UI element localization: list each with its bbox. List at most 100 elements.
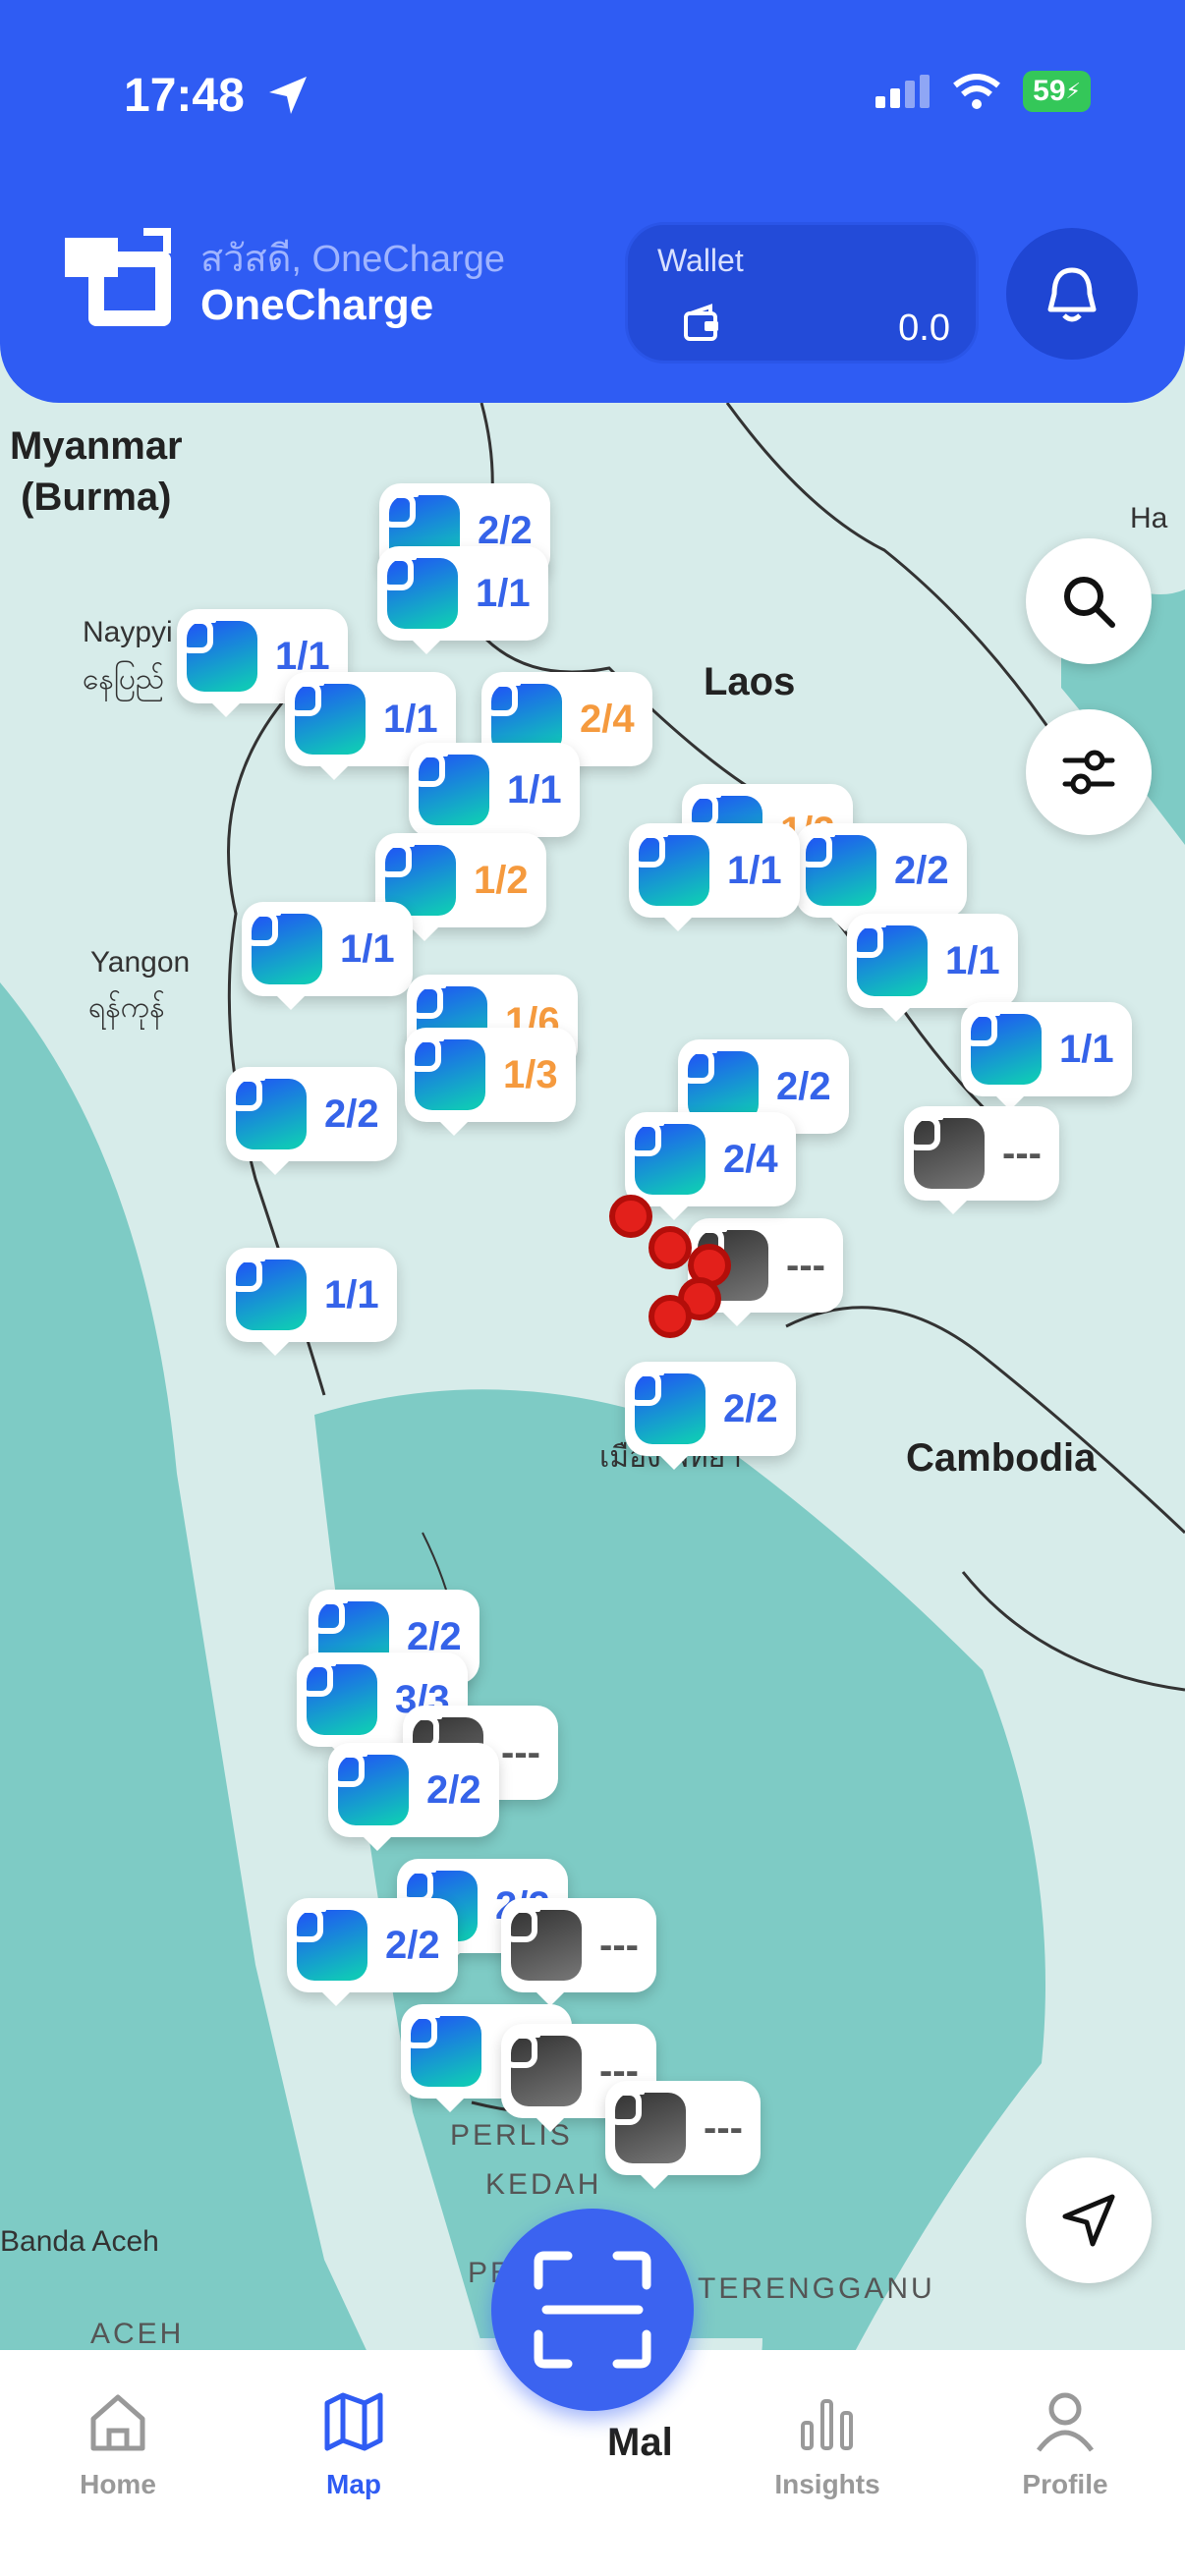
home-icon: [90, 2394, 145, 2451]
notifications-button[interactable]: [1006, 228, 1138, 360]
wallet-card[interactable]: Wallet 0.0: [625, 222, 979, 364]
charging-bolt-icon: ⚡: [1065, 79, 1081, 103]
charger-marker[interactable]: 2/2: [625, 1362, 796, 1470]
bell-icon: [1047, 267, 1097, 322]
place-kedah: KEDAH: [485, 2168, 602, 2201]
place-naypyitaw: Naypyi: [83, 616, 173, 648]
charger-station-icon: [502, 2028, 582, 2106]
charger-station-icon: [962, 1006, 1042, 1085]
charger-station-icon: [298, 1656, 377, 1735]
charger-availability: 2/2: [426, 1767, 481, 1812]
wallet-label: Wallet: [657, 243, 744, 278]
charger-station-icon: [797, 827, 876, 906]
place-terengganu: TERENGGANU: [698, 2272, 935, 2305]
charger-availability: 2/2: [324, 1092, 379, 1136]
nav-home[interactable]: Home: [39, 2387, 197, 2500]
charger-marker[interactable]: 1/1: [961, 1002, 1132, 1110]
nav-map[interactable]: Map: [275, 2387, 432, 2500]
charger-availability: 2/2: [723, 1386, 778, 1430]
red-location-pin[interactable]: [649, 1226, 692, 1269]
charger-marker[interactable]: ---: [904, 1106, 1059, 1214]
charger-availability: 1/1: [507, 767, 562, 812]
status-time: 17:48: [124, 70, 245, 122]
charger-marker[interactable]: 1/1: [242, 902, 413, 1010]
navigation-arrow-icon: [1062, 2194, 1115, 2247]
charger-availability: 1/1: [476, 571, 531, 615]
charger-station-icon: [329, 1747, 409, 1825]
charger-marker[interactable]: 1/1: [847, 914, 1018, 1022]
charger-station-icon: [406, 1032, 485, 1110]
place-banda-aceh: Banda Aceh: [0, 2225, 159, 2258]
charger-marker[interactable]: 2/2: [796, 823, 967, 931]
charger-station-icon: [410, 747, 489, 825]
charger-availability: ---: [704, 2105, 743, 2150]
charger-availability: ---: [599, 1923, 639, 1967]
place-naypyitaw-local: နေပြည်: [83, 663, 164, 696]
charger-marker[interactable]: ---: [501, 1898, 656, 2006]
place-yangon: Yangon: [90, 946, 191, 979]
nav-map-label: Map: [326, 2469, 381, 2499]
scan-qr-button[interactable]: [491, 2209, 694, 2411]
onecharge-logo-icon: [65, 228, 171, 326]
charger-marker[interactable]: ---: [605, 2081, 761, 2189]
charger-station-icon: [378, 550, 458, 629]
location-arrow-icon: [269, 77, 307, 114]
charger-availability: 1/1: [727, 848, 782, 892]
charger-marker[interactable]: 2/2: [287, 1898, 458, 2006]
charger-availability: ---: [501, 1730, 540, 1774]
insights-chart-icon: [801, 2399, 853, 2450]
charger-station-icon: [227, 1252, 307, 1330]
filter-button[interactable]: [1026, 709, 1152, 835]
charger-availability: 1/1: [945, 938, 1000, 982]
charger-availability: 1/2: [474, 858, 529, 902]
wifi-icon: [953, 74, 1001, 109]
charger-marker[interactable]: 1/3: [405, 1028, 576, 1136]
charger-station-icon: [227, 1071, 307, 1149]
place-laos: Laos: [704, 660, 796, 703]
nav-home-label: Home: [80, 2469, 156, 2499]
charger-marker[interactable]: 2/4: [625, 1112, 796, 1220]
charger-marker[interactable]: 2/2: [226, 1067, 397, 1175]
nav-profile[interactable]: Profile: [987, 2387, 1144, 2500]
red-location-pin[interactable]: [609, 1195, 652, 1238]
nav-insights-label: Insights: [774, 2469, 880, 2499]
charger-availability: 2/2: [385, 1923, 440, 1967]
charger-availability: 1/1: [340, 926, 395, 971]
search-icon: [1064, 577, 1115, 628]
battery-level: 59: [1033, 75, 1066, 107]
charger-availability: 2/2: [776, 1064, 831, 1108]
charger-station-icon: [286, 676, 366, 755]
search-button[interactable]: [1026, 538, 1152, 664]
filter-sliders-icon: [1062, 750, 1115, 795]
my-location-button[interactable]: [1026, 2157, 1152, 2283]
place-hanoi: Ha: [1130, 502, 1168, 534]
charger-station-icon: [502, 1902, 582, 1981]
wallet-amount: 0.0: [898, 308, 950, 349]
place-malaysia: Mal: [607, 2421, 673, 2464]
charger-station-icon: [626, 1116, 705, 1195]
charger-marker[interactable]: 1/1: [409, 743, 580, 851]
charger-marker[interactable]: 1/1: [377, 546, 548, 654]
charger-availability: ---: [1002, 1131, 1042, 1175]
charger-availability: ---: [786, 1243, 825, 1287]
red-location-pin[interactable]: [649, 1295, 692, 1338]
charger-station-icon: [402, 2008, 481, 2087]
charger-station-icon: [630, 827, 709, 906]
brand-name: OneCharge: [200, 281, 434, 329]
charger-availability: 1/1: [324, 1272, 379, 1316]
charger-station-icon: [243, 906, 322, 984]
charger-availability: 2/4: [580, 697, 635, 741]
signal-icon: [875, 75, 931, 108]
wallet-icon: [684, 304, 718, 341]
place-yangon-local: ရန်ကုန်: [88, 991, 165, 1024]
charger-marker[interactable]: 1/1: [226, 1248, 397, 1356]
nav-insights[interactable]: Insights: [749, 2387, 906, 2500]
charger-marker[interactable]: 2/2: [328, 1743, 499, 1851]
charger-availability: 1/1: [383, 697, 438, 741]
app-header: 17:48 59 ⚡ สวัสดี, OneCharge OneCharge Wa…: [0, 0, 1185, 403]
charger-station-icon: [606, 2085, 686, 2163]
charger-station-icon: [848, 918, 928, 996]
app-root: Myanmar (Burma) Laos Cambodia Naypyi နေပြ…: [0, 0, 1185, 2576]
charger-marker[interactable]: 1/1: [629, 823, 800, 931]
scan-icon: [534, 2251, 651, 2369]
